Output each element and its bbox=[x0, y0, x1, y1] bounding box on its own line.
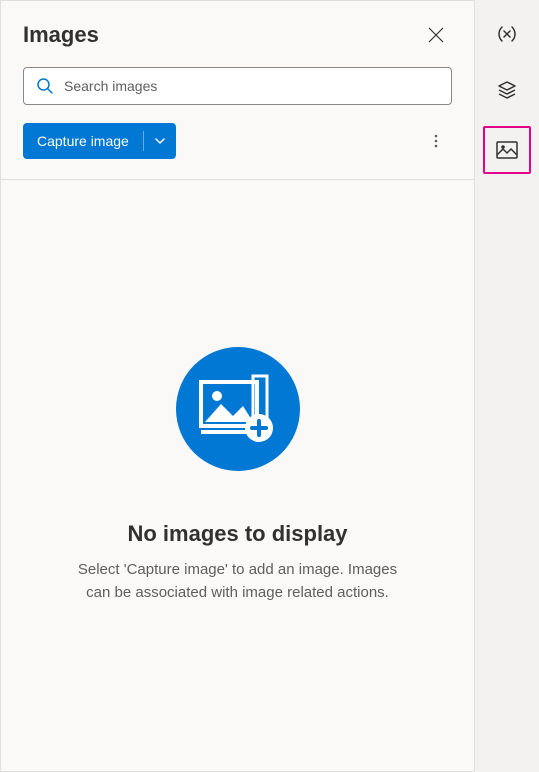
image-add-icon bbox=[197, 374, 279, 444]
empty-state-subtitle: Select 'Capture image' to add an image. … bbox=[68, 559, 408, 604]
capture-image-button[interactable]: Capture image bbox=[23, 123, 143, 159]
close-button[interactable] bbox=[420, 19, 452, 51]
capture-image-split-button[interactable]: Capture image bbox=[23, 123, 176, 159]
more-options-button[interactable] bbox=[420, 125, 452, 157]
images-panel: Images Capture image bbox=[0, 0, 475, 772]
side-rail bbox=[475, 0, 539, 772]
rail-images-button[interactable] bbox=[483, 126, 531, 174]
panel-header: Images bbox=[1, 1, 474, 67]
rail-variables-button[interactable] bbox=[487, 14, 527, 54]
image-icon bbox=[496, 140, 518, 160]
more-vertical-icon bbox=[428, 133, 444, 149]
search-icon bbox=[36, 77, 54, 95]
search-input[interactable] bbox=[64, 78, 439, 94]
rail-layers-button[interactable] bbox=[487, 70, 527, 110]
close-icon bbox=[428, 27, 444, 43]
content-area: No images to display Select 'Capture ima… bbox=[1, 179, 474, 771]
empty-state-illustration bbox=[176, 347, 300, 471]
chevron-down-icon bbox=[154, 135, 166, 147]
search-box[interactable] bbox=[23, 67, 452, 105]
capture-image-dropdown[interactable] bbox=[144, 123, 176, 159]
layers-icon bbox=[497, 80, 517, 100]
search-container bbox=[1, 67, 474, 105]
toolbar: Capture image bbox=[1, 105, 474, 179]
panel-title: Images bbox=[23, 22, 99, 48]
variables-icon bbox=[497, 24, 517, 44]
empty-state-title: No images to display bbox=[127, 521, 347, 547]
